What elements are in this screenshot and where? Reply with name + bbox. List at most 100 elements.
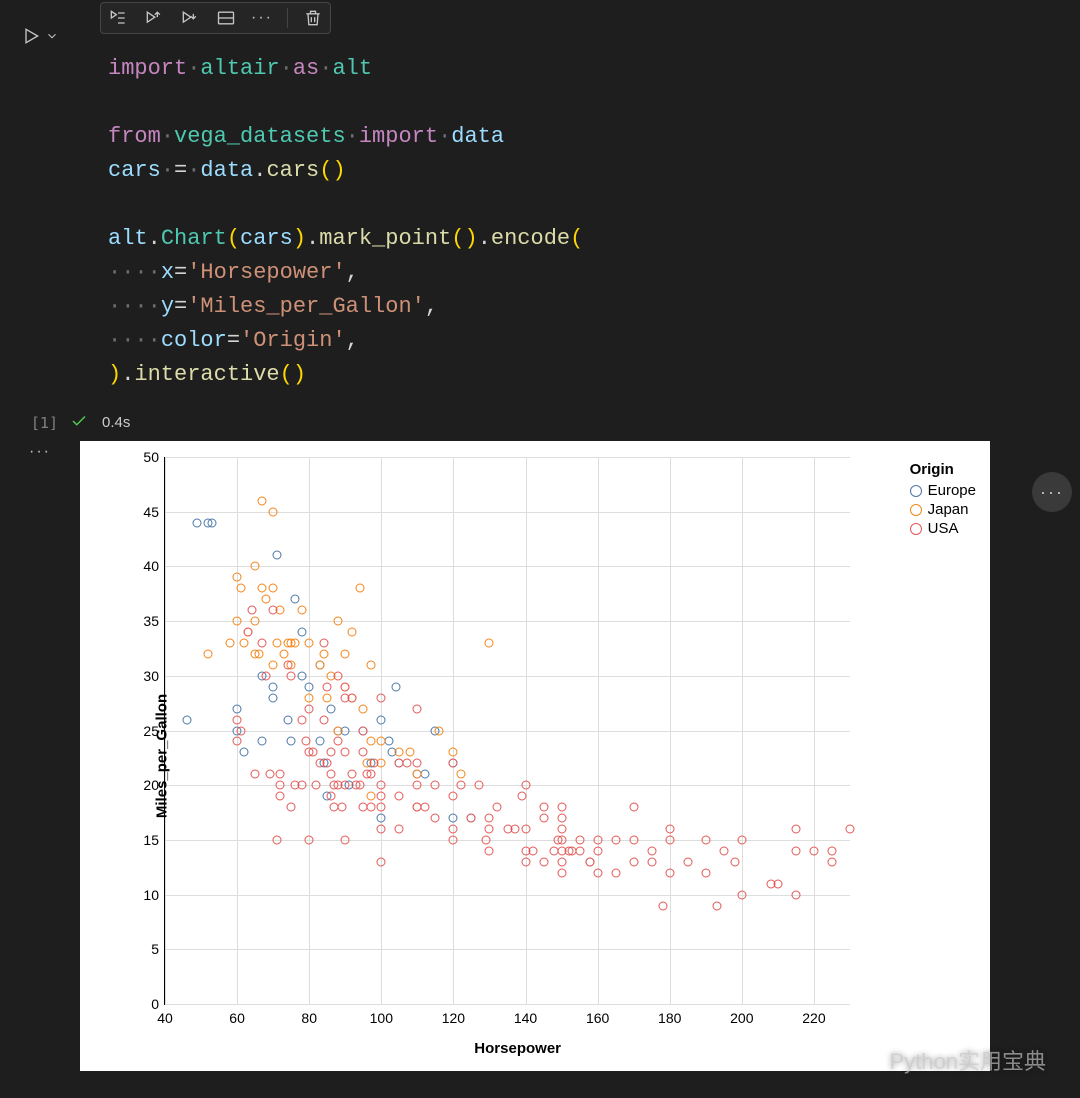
data-point[interactable] — [593, 846, 602, 855]
data-point[interactable] — [557, 868, 566, 877]
delete-cell-icon[interactable] — [302, 7, 324, 29]
output-ellipsis-icon[interactable]: ··· — [29, 449, 51, 1071]
data-point[interactable] — [377, 814, 386, 823]
data-point[interactable] — [258, 638, 267, 647]
data-point[interactable] — [258, 737, 267, 746]
data-point[interactable] — [377, 792, 386, 801]
data-point[interactable] — [377, 737, 386, 746]
data-point[interactable] — [366, 660, 375, 669]
data-point[interactable] — [377, 857, 386, 866]
data-point[interactable] — [575, 835, 584, 844]
data-point[interactable] — [243, 628, 252, 637]
data-point[interactable] — [413, 770, 422, 779]
data-point[interactable] — [334, 726, 343, 735]
data-point[interactable] — [308, 748, 317, 757]
data-point[interactable] — [341, 835, 350, 844]
data-point[interactable] — [647, 846, 656, 855]
data-point[interactable] — [298, 628, 307, 637]
data-point[interactable] — [377, 824, 386, 833]
data-point[interactable] — [370, 759, 379, 768]
data-point[interactable] — [737, 890, 746, 899]
data-point[interactable] — [341, 748, 350, 757]
fab-more-icon[interactable]: ··· — [1032, 472, 1072, 512]
data-point[interactable] — [269, 693, 278, 702]
data-point[interactable] — [269, 507, 278, 516]
data-point[interactable] — [316, 737, 325, 746]
data-point[interactable] — [287, 803, 296, 812]
data-point[interactable] — [413, 704, 422, 713]
data-point[interactable] — [449, 824, 458, 833]
data-point[interactable] — [312, 781, 321, 790]
data-point[interactable] — [341, 781, 350, 790]
data-point[interactable] — [593, 835, 602, 844]
data-point[interactable] — [730, 857, 739, 866]
data-point[interactable] — [283, 660, 292, 669]
data-point[interactable] — [791, 846, 800, 855]
data-point[interactable] — [301, 737, 310, 746]
data-point[interactable] — [207, 518, 216, 527]
data-point[interactable] — [791, 890, 800, 899]
data-point[interactable] — [348, 693, 357, 702]
data-point[interactable] — [272, 835, 281, 844]
data-point[interactable] — [319, 638, 328, 647]
data-point[interactable] — [326, 748, 335, 757]
data-point[interactable] — [719, 846, 728, 855]
data-point[interactable] — [420, 803, 429, 812]
data-point[interactable] — [341, 649, 350, 658]
data-point[interactable] — [402, 759, 411, 768]
data-point[interactable] — [182, 715, 191, 724]
data-point[interactable] — [265, 770, 274, 779]
data-point[interactable] — [611, 868, 620, 877]
data-point[interactable] — [391, 682, 400, 691]
data-point[interactable] — [326, 770, 335, 779]
data-point[interactable] — [539, 803, 548, 812]
data-point[interactable] — [236, 584, 245, 593]
data-point[interactable] — [251, 562, 260, 571]
data-point[interactable] — [341, 682, 350, 691]
data-point[interactable] — [413, 759, 422, 768]
execute-above-icon[interactable] — [143, 7, 165, 29]
data-point[interactable] — [326, 792, 335, 801]
data-point[interactable] — [283, 715, 292, 724]
data-point[interactable] — [658, 901, 667, 910]
data-point[interactable] — [204, 649, 213, 658]
data-point[interactable] — [359, 726, 368, 735]
data-point[interactable] — [449, 748, 458, 757]
scatter-plot[interactable]: 4060801001201401601802002200510152025303… — [164, 457, 850, 1005]
data-point[interactable] — [298, 606, 307, 615]
data-point[interactable] — [269, 660, 278, 669]
data-point[interactable] — [276, 792, 285, 801]
data-point[interactable] — [366, 803, 375, 812]
legend-item[interactable]: Europe — [910, 482, 976, 499]
chevron-down-icon[interactable] — [45, 29, 59, 46]
data-point[interactable] — [305, 693, 314, 702]
data-point[interactable] — [485, 824, 494, 833]
data-point[interactable] — [701, 868, 710, 877]
data-point[interactable] — [279, 649, 288, 658]
data-point[interactable] — [348, 770, 357, 779]
data-point[interactable] — [521, 781, 530, 790]
execute-below-icon[interactable] — [179, 7, 201, 29]
data-point[interactable] — [449, 759, 458, 768]
data-point[interactable] — [233, 617, 242, 626]
legend-item[interactable]: USA — [910, 520, 976, 537]
data-point[interactable] — [366, 737, 375, 746]
data-point[interactable] — [298, 671, 307, 680]
data-point[interactable] — [413, 781, 422, 790]
data-point[interactable] — [359, 704, 368, 713]
data-point[interactable] — [258, 496, 267, 505]
data-point[interactable] — [319, 649, 328, 658]
data-point[interactable] — [456, 781, 465, 790]
data-point[interactable] — [366, 792, 375, 801]
data-point[interactable] — [575, 846, 584, 855]
data-point[interactable] — [665, 824, 674, 833]
data-point[interactable] — [557, 857, 566, 866]
data-point[interactable] — [485, 846, 494, 855]
data-point[interactable] — [474, 781, 483, 790]
data-point[interactable] — [305, 682, 314, 691]
data-point[interactable] — [611, 835, 620, 844]
data-point[interactable] — [377, 803, 386, 812]
data-point[interactable] — [233, 573, 242, 582]
data-point[interactable] — [629, 857, 638, 866]
data-point[interactable] — [251, 617, 260, 626]
